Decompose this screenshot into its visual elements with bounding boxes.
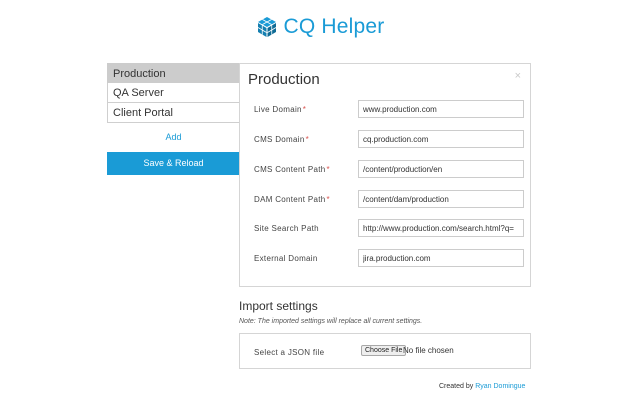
live-domain-input[interactable] — [358, 100, 524, 118]
json-file-label: Select a JSON file — [254, 348, 325, 357]
footer-credit: Created by Ryan Domingue — [439, 383, 525, 390]
site-item-qa-server[interactable]: QA Server — [107, 83, 240, 103]
import-note: Note: The imported settings will replace… — [239, 318, 423, 325]
cms-domain-input[interactable] — [358, 130, 524, 148]
site-list: Production QA Server Client Portal — [107, 63, 240, 123]
dam-content-path-input[interactable] — [358, 190, 524, 208]
choose-file-button[interactable]: Choose File — [361, 345, 407, 356]
app-title: CQ Helper — [283, 15, 385, 38]
cube-icon — [257, 17, 276, 37]
site-item-client-portal[interactable]: Client Portal — [107, 103, 240, 123]
cms-content-path-label: CMS Content Path* — [254, 165, 330, 174]
site-search-path-input[interactable] — [358, 219, 524, 237]
close-icon[interactable]: × — [515, 70, 521, 82]
site-item-production[interactable]: Production — [107, 63, 240, 83]
site-sidebar: Production QA Server Client Portal Add S… — [107, 63, 240, 175]
import-box: Select a JSON file Choose File No file c… — [239, 333, 531, 369]
external-domain-label: External Domain — [254, 254, 318, 263]
external-domain-input[interactable] — [358, 249, 524, 267]
cms-content-path-input[interactable] — [358, 160, 524, 178]
required-marker: * — [305, 135, 309, 144]
save-reload-button[interactable]: Save & Reload — [107, 152, 240, 175]
author-link[interactable]: Ryan Domingue — [475, 383, 525, 390]
footer-prefix: Created by — [439, 383, 474, 390]
cms-domain-label: CMS Domain* — [254, 135, 309, 144]
required-marker: * — [326, 195, 330, 204]
live-domain-label: Live Domain* — [254, 105, 307, 114]
import-settings-title: Import settings — [239, 299, 318, 313]
site-search-path-label: Site Search Path — [254, 224, 319, 233]
required-marker: * — [326, 165, 330, 174]
site-settings-panel: Production × Live Domain* CMS Domain* CM… — [239, 63, 531, 287]
dam-content-path-label: DAM Content Path* — [254, 195, 330, 204]
app-header: CQ Helper — [0, 12, 640, 42]
add-site-link[interactable]: Add — [107, 130, 240, 144]
panel-title: Production — [248, 71, 320, 88]
required-marker: * — [302, 105, 307, 114]
no-file-status: No file chosen — [403, 346, 454, 355]
